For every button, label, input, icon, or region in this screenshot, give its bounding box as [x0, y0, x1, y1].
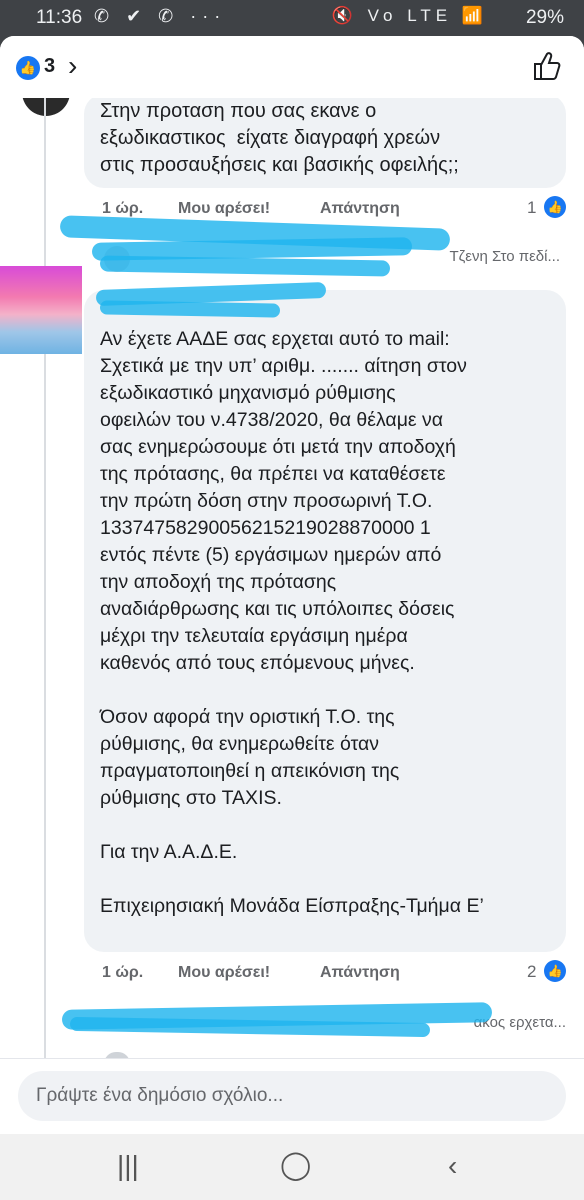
like-outline-icon[interactable] [532, 50, 562, 82]
system-nav-bar: ||| ◯ ‹ [0, 1134, 584, 1200]
comment-input[interactable]: Γράψτε ένα δημόσιο σχόλιο... [18, 1071, 566, 1121]
like-count[interactable]: 3 [44, 55, 55, 78]
reply-preview-text: Τζενη Στο πεδί... [449, 248, 560, 265]
comment-text: Αν έχετε ΑΑΔΕ σας ερχεται αυτό το mail: … [100, 328, 484, 917]
reply-button[interactable]: Απάντηση [320, 200, 400, 218]
reply-button[interactable]: Απάντηση [320, 964, 400, 982]
reaction-count[interactable]: 1 [527, 198, 536, 218]
comment-composer: Γράψτε ένα δημόσιο σχόλιο... [0, 1058, 584, 1135]
comments-sheet: 👍 3 › Στην προταση που σας εκανε ο εξωδι… [0, 36, 584, 1134]
recent-apps-icon[interactable]: ||| [117, 1150, 139, 1182]
notification-icons: ✆ ✔ ✆ ··· [94, 6, 227, 26]
status-time: 11:36 [36, 7, 83, 28]
signal-icons: 🔇 Vo LTE 📶 [331, 6, 488, 25]
comment-bubble: Αν έχετε ΑΑΔΕ σας ερχεται αυτό το mail: … [84, 290, 566, 952]
like-reaction-icon: 👍 [544, 960, 566, 982]
like-reaction-icon: 👍 [16, 56, 40, 80]
back-icon[interactable]: ‹ [448, 1150, 457, 1182]
status-bar: 11:36 ✆ ✔ ✆ ··· 🔇 Vo LTE 📶 29% [0, 0, 584, 36]
reaction-count[interactable]: 2 [527, 962, 536, 982]
commenter-avatar[interactable] [0, 266, 82, 354]
like-reaction-icon: 👍 [544, 196, 566, 218]
like-button[interactable]: Μου αρέσει! [178, 200, 270, 218]
comment-time[interactable]: 1 ώρ. [102, 200, 143, 218]
comment-input-placeholder: Γράψτε ένα δημόσιο σχόλιο... [36, 1085, 284, 1106]
reactions-header: 👍 3 › [0, 36, 584, 98]
chevron-right-icon[interactable]: › [68, 50, 77, 82]
comment-text: Στην προταση που σας εκανε ο εξωδικαστικ… [100, 100, 459, 176]
like-button[interactable]: Μου αρέσει! [178, 964, 270, 982]
comment-bubble: Στην προταση που σας εκανε ο εξωδικαστικ… [84, 94, 566, 188]
comment-time[interactable]: 1 ώρ. [102, 964, 143, 982]
battery-level: 29% [525, 7, 564, 28]
thread-line [44, 96, 46, 1096]
home-icon[interactable]: ◯ [280, 1148, 311, 1181]
